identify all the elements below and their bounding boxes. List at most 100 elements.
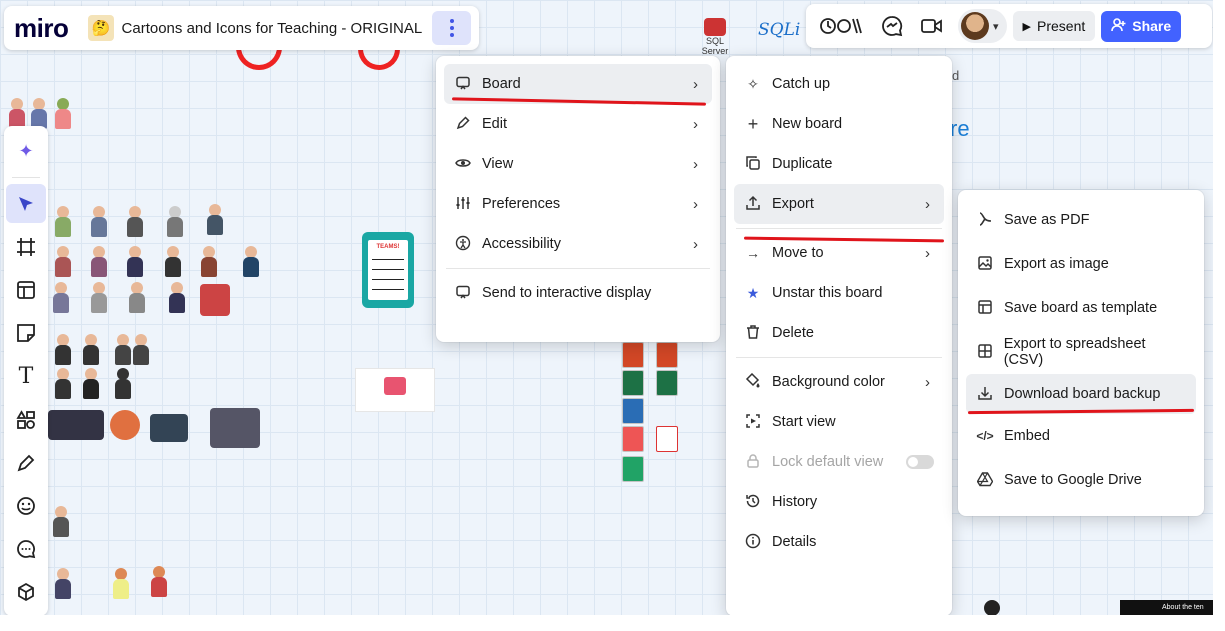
cartoon-person[interactable] [88, 282, 110, 316]
cartoon-person[interactable] [126, 282, 148, 316]
present-button[interactable]: ▶ Present [1012, 11, 1096, 41]
cartoon-person[interactable] [52, 568, 74, 602]
menu-item-save-as-template[interactable]: Save board as template [966, 286, 1196, 330]
cartoon-person[interactable] [52, 206, 74, 240]
menu-item-download-backup[interactable]: Download board backup [966, 374, 1196, 414]
menu-item-export-csv[interactable]: Export to spreadsheet (CSV) [966, 330, 1196, 374]
menu-item-label: Move to [772, 245, 824, 261]
ai-sparkle-icon[interactable]: ✦ [6, 132, 46, 171]
spreadsheet-icon [976, 343, 994, 362]
cartoon-person[interactable] [130, 334, 152, 368]
character-icon[interactable] [984, 600, 1000, 615]
chat-icon[interactable] [872, 9, 912, 43]
menu-item-edit[interactable]: Edit › [444, 104, 712, 144]
csv-file-icon[interactable] [622, 456, 644, 482]
menu-item-details[interactable]: Details [734, 522, 944, 562]
text-tool-icon[interactable]: T [6, 357, 46, 396]
sticky-note-icon[interactable] [6, 314, 46, 353]
computer-scene-image[interactable] [110, 410, 140, 440]
menu-item-send-to-display[interactable]: Send to interactive display [444, 273, 712, 313]
menu-item-history[interactable]: History [734, 482, 944, 522]
cartoon-person[interactable] [80, 368, 102, 402]
cartoon-person[interactable] [52, 98, 74, 132]
lock-default-view-toggle[interactable] [906, 455, 934, 469]
shapes-icon[interactable] [6, 400, 46, 439]
workstation-image[interactable] [210, 408, 260, 448]
cartoon-person[interactable] [52, 246, 74, 280]
sql-server-logo[interactable]: SQL Server [694, 18, 736, 56]
cartoon-person[interactable] [110, 568, 132, 602]
cartoon-person[interactable] [80, 334, 102, 368]
cartoon-person[interactable] [124, 246, 146, 280]
cartoon-person[interactable] [162, 246, 184, 280]
cartoon-person[interactable] [112, 368, 134, 402]
ppt-file-icon[interactable] [622, 342, 644, 368]
menu-item-background-color[interactable]: Background color › [734, 362, 944, 402]
podium-image[interactable] [200, 284, 230, 316]
sql-server-label: SQL Server [701, 36, 729, 56]
ppt-file-icon[interactable] [656, 342, 678, 368]
templates-icon[interactable] [6, 271, 46, 310]
desk-scene-image[interactable] [48, 410, 104, 440]
apps-cube-icon[interactable] [6, 573, 46, 612]
menu-item-save-to-google-drive[interactable]: Save to Google Drive [966, 458, 1196, 502]
select-tool-icon[interactable] [6, 184, 46, 224]
cartoon-person[interactable] [198, 246, 220, 280]
miro-logo[interactable]: miro [14, 13, 69, 44]
footer-fragment[interactable]: About the ten [1120, 600, 1214, 615]
cartoon-person[interactable] [52, 368, 74, 402]
cartoon-person[interactable] [164, 206, 186, 240]
cartoon-person[interactable] [50, 506, 72, 540]
clipboard-image[interactable]: TEAMS! [362, 232, 414, 308]
board-thumbnail-icon[interactable]: 🤔 [88, 15, 114, 41]
menu-item-lock-default-view[interactable]: Lock default view [734, 442, 944, 482]
board-title[interactable]: Cartoons and Icons for Teaching - ORIGIN… [122, 20, 423, 37]
frame-tool-icon[interactable] [6, 227, 46, 266]
embed-icon: </> [976, 429, 994, 443]
menu-item-preferences[interactable]: Preferences › [444, 184, 712, 224]
canvas-text-d[interactable]: d [952, 68, 959, 83]
stickers-icon[interactable] [6, 486, 46, 525]
menu-item-label: Embed [1004, 428, 1050, 444]
cartoon-person[interactable] [88, 206, 110, 240]
comment-icon[interactable] [6, 530, 46, 569]
menu-item-unstar[interactable]: ★ Unstar this board [734, 273, 944, 313]
kebab-dot-icon [449, 33, 454, 37]
menu-item-catch-up[interactable]: ✧ Catch up [734, 64, 944, 104]
cartoon-person[interactable] [204, 204, 226, 238]
office-scene-image[interactable] [150, 414, 188, 442]
menu-item-label: Board [482, 76, 521, 92]
menu-item-view[interactable]: View › [444, 144, 712, 184]
cartoon-person[interactable] [166, 282, 188, 316]
jar-file-icon[interactable] [656, 426, 678, 452]
video-card[interactable] [355, 368, 435, 412]
excel-file-icon[interactable] [656, 370, 678, 396]
share-button[interactable]: Share [1101, 10, 1182, 42]
user-menu[interactable]: ▾ [958, 9, 1007, 43]
menu-item-start-view[interactable]: Start view [734, 402, 944, 442]
menu-item-export-as-image[interactable]: Export as image [966, 242, 1196, 286]
excel-file-icon[interactable] [622, 370, 644, 396]
menu-item-embed[interactable]: </> Embed [966, 414, 1196, 458]
menu-item-export[interactable]: Export › [734, 184, 944, 224]
cartoon-person[interactable] [50, 282, 72, 316]
cartoon-person[interactable] [124, 206, 146, 240]
video-call-icon[interactable] [912, 9, 952, 43]
main-menu-button[interactable] [432, 11, 471, 45]
cartoon-person[interactable] [148, 566, 170, 600]
menu-item-duplicate[interactable]: Duplicate [734, 144, 944, 184]
pdf-file-icon[interactable] [622, 426, 644, 452]
canvas-text-re[interactable]: re [950, 116, 970, 142]
cartoon-person[interactable] [88, 246, 110, 280]
cartoon-person[interactable] [52, 334, 74, 368]
pen-icon[interactable] [6, 443, 46, 482]
xml-file-icon[interactable] [622, 398, 644, 424]
cartoon-person[interactable] [240, 246, 262, 280]
menu-item-accessibility[interactable]: Accessibility › [444, 224, 712, 264]
menu-item-delete[interactable]: Delete [734, 313, 944, 353]
menu-item-label: Details [772, 534, 817, 550]
menu-item-save-as-pdf[interactable]: Save as PDF [966, 198, 1196, 242]
sqlite-logo[interactable]: SQLi [758, 20, 806, 46]
reactions-icon[interactable] [812, 9, 872, 43]
menu-item-new-board[interactable]: + New board [734, 104, 944, 144]
